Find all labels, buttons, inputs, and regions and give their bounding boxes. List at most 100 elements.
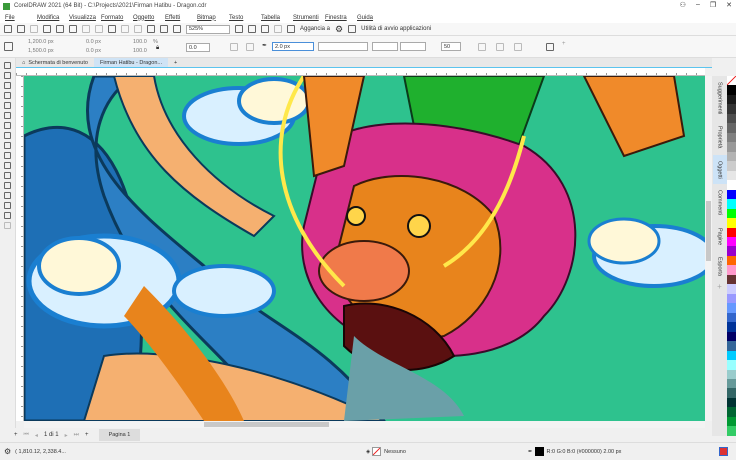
mirror-vertical-icon[interactable]: [246, 43, 254, 51]
user-icon[interactable]: ⚇: [680, 1, 686, 9]
palette-swatch[interactable]: [727, 388, 736, 398]
parallel-dimension-icon[interactable]: [4, 162, 11, 169]
palette-swatch[interactable]: [727, 350, 736, 361]
palette-swatch[interactable]: [727, 369, 736, 379]
interactive-fill-icon[interactable]: [4, 212, 11, 219]
menu-modifica[interactable]: Modifica: [37, 15, 69, 21]
drop-shadow-icon[interactable]: [4, 182, 11, 189]
palette-swatch[interactable]: [727, 113, 736, 124]
add-docker-button[interactable]: +: [717, 282, 722, 291]
miter-limit-field[interactable]: 50: [441, 42, 461, 51]
scale-width-field[interactable]: 100.0: [133, 39, 147, 45]
y-position-field[interactable]: 1,500.0 px: [28, 48, 54, 54]
palette-swatch[interactable]: [727, 180, 736, 190]
status-settings-gear-icon[interactable]: ⚙: [4, 447, 11, 456]
menu-strumenti[interactable]: Strumenti: [293, 15, 325, 21]
menu-visualizza[interactable]: Visualizza: [69, 15, 101, 21]
menu-oggetto[interactable]: Oggetto: [133, 15, 165, 21]
start-arrow-select[interactable]: [372, 42, 398, 51]
palette-swatch[interactable]: [727, 303, 736, 313]
shape-tool-icon[interactable]: [4, 72, 11, 79]
palette-swatch[interactable]: [727, 132, 736, 143]
no-fill-swatch[interactable]: [372, 447, 382, 456]
add-tool-icon[interactable]: [4, 222, 11, 229]
grid-icon[interactable]: [261, 25, 269, 33]
export-icon[interactable]: [160, 25, 168, 33]
palette-swatch[interactable]: [727, 407, 736, 417]
pdf-icon[interactable]: [173, 25, 181, 33]
pick-tool-icon[interactable]: [4, 62, 11, 69]
undo-icon[interactable]: [121, 25, 129, 33]
redo-icon[interactable]: [134, 25, 142, 33]
transparency-icon[interactable]: [4, 192, 11, 199]
import-icon[interactable]: [147, 25, 155, 33]
palette-swatch[interactable]: [727, 218, 736, 228]
palette-swatch[interactable]: [727, 151, 736, 162]
copy-icon[interactable]: [95, 25, 103, 33]
drawing-canvas[interactable]: [24, 76, 705, 421]
palette-swatch[interactable]: [727, 246, 736, 256]
prev-page-button[interactable]: ◂: [35, 432, 38, 439]
palette-swatch[interactable]: [727, 360, 736, 370]
docker-tab-export[interactable]: Esporta: [713, 251, 727, 282]
rulers-icon[interactable]: [248, 25, 256, 33]
docker-tab-pages[interactable]: Pagine: [713, 222, 727, 251]
close-button[interactable]: ✕: [726, 1, 732, 9]
minimize-button[interactable]: –: [696, 1, 700, 9]
print-icon[interactable]: [69, 25, 77, 33]
palette-swatch-none[interactable]: [727, 76, 736, 86]
docker-tab-hints[interactable]: Suggerimenti: [713, 76, 727, 120]
palette-swatch[interactable]: [727, 142, 736, 152]
tab-dragon-document[interactable]: Firman Hatibu - Dragon...: [93, 58, 169, 67]
polygon-tool-icon[interactable]: [4, 142, 11, 149]
palette-swatch[interactable]: [727, 341, 736, 351]
wrap-text-icon[interactable]: [478, 43, 486, 51]
crop-tool-icon[interactable]: [4, 82, 11, 89]
first-page-button[interactable]: ⏮: [24, 432, 29, 439]
full-screen-icon[interactable]: [235, 25, 243, 33]
palette-swatch[interactable]: [727, 416, 736, 427]
new-tab-button[interactable]: +: [168, 58, 183, 67]
palette-swatch[interactable]: [727, 208, 736, 219]
horizontal-scrollbar[interactable]: [24, 421, 705, 428]
scale-height-field[interactable]: 100.0: [133, 48, 147, 54]
docker-tab-properties[interactable]: Proprietà: [713, 120, 727, 154]
cut-icon[interactable]: [82, 25, 90, 33]
menu-formato[interactable]: Formato: [101, 15, 133, 21]
vertical-ruler[interactable]: [16, 76, 24, 421]
add-page-after-button[interactable]: +: [85, 432, 89, 438]
palette-swatch[interactable]: [727, 322, 736, 332]
palette-swatch[interactable]: [727, 236, 736, 247]
palette-swatch[interactable]: [727, 189, 736, 200]
reference-point-icon[interactable]: [4, 42, 13, 51]
open-folder-icon[interactable]: [17, 25, 25, 33]
docker-tab-objects[interactable]: Oggetti: [712, 154, 727, 185]
restore-button[interactable]: ❐: [710, 1, 716, 9]
palette-swatch[interactable]: [727, 227, 736, 237]
tab-welcome[interactable]: ⌂ Schermata di benvenuto: [16, 58, 94, 67]
x-position-field[interactable]: 1,200.0 px: [28, 39, 54, 45]
app-launcher-dropdown[interactable]: Utilità di avvio applicazioni: [361, 26, 431, 32]
last-page-button[interactable]: ⏭: [74, 432, 79, 439]
menu-tabella[interactable]: Tabella: [261, 15, 293, 21]
zoom-tool-icon[interactable]: [4, 92, 11, 99]
outline-pen-icon[interactable]: ✒: [528, 449, 533, 455]
palette-swatch[interactable]: [727, 312, 736, 323]
save-icon[interactable]: [30, 25, 38, 33]
end-arrow-select[interactable]: [400, 42, 426, 51]
to-front-icon[interactable]: [496, 43, 504, 51]
paste-icon[interactable]: [108, 25, 116, 33]
palette-swatch[interactable]: [727, 123, 736, 133]
app-launcher-icon[interactable]: [348, 25, 357, 33]
align-icon[interactable]: [546, 43, 554, 51]
palette-swatch[interactable]: [727, 104, 736, 114]
artistic-media-icon[interactable]: [4, 112, 11, 119]
options-gear-icon[interactable]: ⚙: [335, 24, 343, 35]
vertical-scrollbar[interactable]: [705, 76, 712, 421]
palette-swatch[interactable]: [727, 293, 736, 304]
horizontal-scroll-thumb[interactable]: [204, 422, 329, 427]
menu-finestra[interactable]: Finestra: [325, 15, 357, 21]
snap-to-dropdown[interactable]: Aggancia a: [300, 26, 330, 32]
rotation-angle-field[interactable]: 0.0: [186, 43, 210, 52]
new-document-icon[interactable]: [4, 25, 12, 33]
